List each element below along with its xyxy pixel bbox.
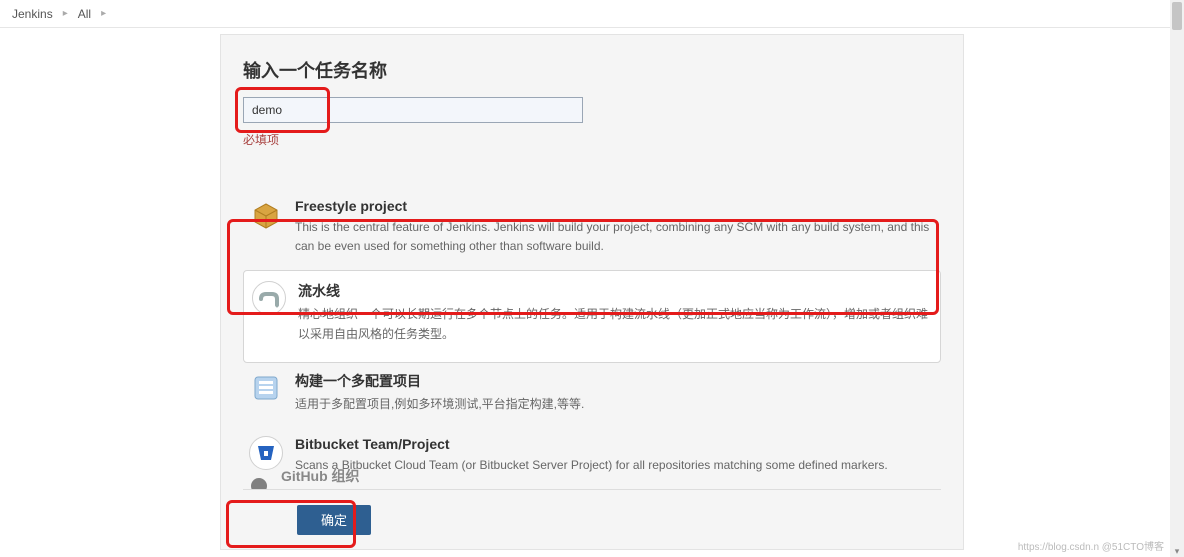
- chevron-right-icon: ▸: [101, 8, 106, 19]
- pipeline-icon: [252, 281, 286, 315]
- new-item-panel: 输入一个任务名称 必填项 Freestyle project This is t…: [220, 34, 964, 550]
- ok-button[interactable]: 确定: [297, 505, 371, 535]
- item-title: Freestyle project: [295, 198, 935, 214]
- item-title: GitHub 组织: [281, 466, 673, 486]
- chevron-right-icon: ▸: [63, 8, 68, 19]
- item-title: 流水线: [298, 281, 932, 301]
- item-name-input[interactable]: [243, 97, 583, 123]
- breadcrumb-all[interactable]: All: [78, 7, 91, 21]
- required-hint: 必填项: [243, 131, 941, 148]
- breadcrumb: Jenkins ▸ All ▸: [0, 0, 1184, 28]
- item-title: Bitbucket Team/Project: [295, 436, 935, 452]
- breadcrumb-root[interactable]: Jenkins: [12, 7, 53, 21]
- page-title: 输入一个任务名称: [243, 57, 941, 83]
- item-desc: 适用于多配置项目,例如多环境测试,平台指定构建,等等.: [295, 395, 935, 414]
- item-freestyle[interactable]: Freestyle project This is the central fe…: [243, 190, 941, 270]
- item-desc: 精心地组织一个可以长期运行在多个节点上的任务。适用于构建流水线（更加正式地应当称…: [298, 305, 932, 343]
- item-title: 构建一个多配置项目: [295, 371, 935, 391]
- item-desc: This is the central feature of Jenkins. …: [295, 218, 935, 256]
- scrollbar[interactable]: ▴ ▾: [1170, 0, 1184, 557]
- item-pipeline[interactable]: 流水线 精心地组织一个可以长期运行在多个节点上的任务。适用于构建流水线（更加正式…: [243, 270, 941, 362]
- watermark: https://blog.csdn.n @51CTO博客: [1018, 538, 1164, 553]
- item-multiconfig[interactable]: 构建一个多配置项目 适用于多配置项目,例如多环境测试,平台指定构建,等等.: [243, 363, 941, 428]
- scroll-down-icon[interactable]: ▾: [1173, 546, 1181, 557]
- scroll-thumb[interactable]: [1172, 2, 1182, 30]
- multiconfig-icon: [249, 371, 283, 405]
- footer: 确定: [243, 489, 941, 549]
- freestyle-icon: [249, 198, 283, 232]
